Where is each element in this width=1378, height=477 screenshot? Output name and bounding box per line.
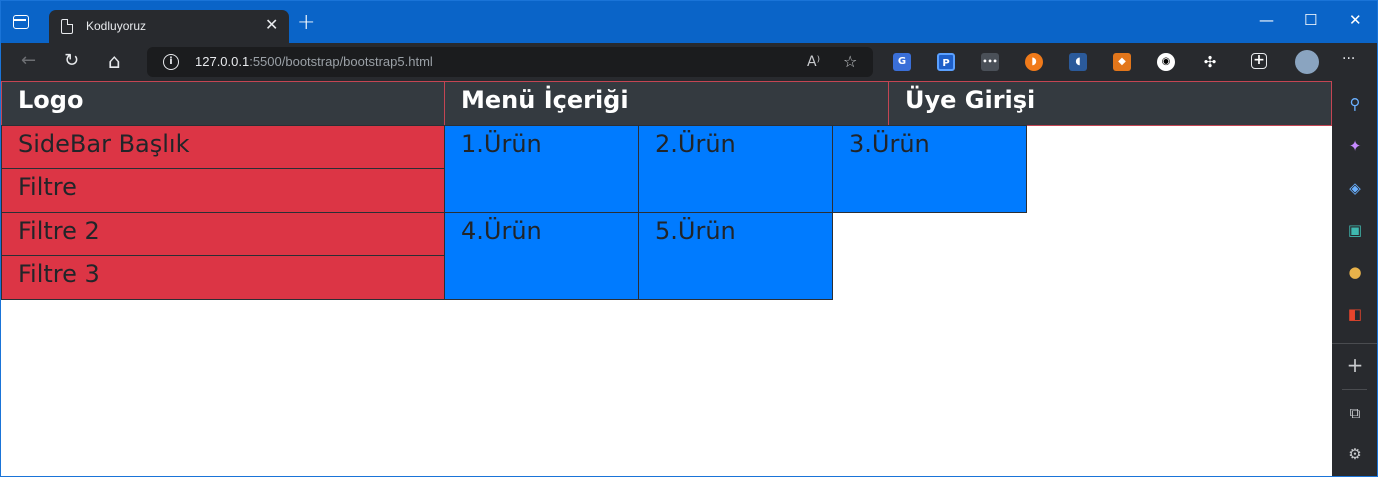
sidebar-item: Filtre 3 bbox=[1, 255, 445, 300]
p-extension-icon[interactable]: P bbox=[937, 53, 955, 71]
product-item: 2.Ürün bbox=[638, 125, 833, 213]
refresh-button[interactable]: ↻ bbox=[64, 51, 79, 71]
url-text[interactable]: 127.0.0.1:5500/bootstrap/bootstrap5.html bbox=[195, 54, 433, 69]
tab-close-icon[interactable]: ✕ bbox=[265, 17, 278, 33]
people-icon[interactable]: ● bbox=[1346, 263, 1364, 281]
collections-icon[interactable]: + bbox=[1251, 53, 1267, 69]
url-path: :5500/bootstrap/bootstrap5.html bbox=[249, 54, 433, 69]
extensions-puzzle-icon[interactable]: ✣ bbox=[1201, 53, 1219, 71]
site-info-icon[interactable]: i bbox=[163, 54, 179, 70]
product-item: 5.Ürün bbox=[638, 212, 833, 300]
address-toolbar: ← ↻ ⌂ i 127.0.0.1:5500/bootstrap/bootstr… bbox=[1, 43, 1377, 81]
page-viewport: Logo Menü İçeriği Üye Girişi SideBar Baş… bbox=[1, 81, 1332, 476]
home-button[interactable]: ⌂ bbox=[108, 51, 121, 71]
settings-more-button[interactable]: ··· bbox=[1342, 49, 1355, 69]
copilot-icon[interactable]: ✦ bbox=[1346, 137, 1364, 155]
close-window-button[interactable]: ✕ bbox=[1349, 13, 1362, 28]
shopping-tag-icon[interactable]: ◈ bbox=[1346, 179, 1364, 197]
new-tab-button[interactable]: + bbox=[297, 12, 315, 34]
url-host: 127.0.0.1 bbox=[195, 54, 250, 69]
tab-actions-icon[interactable] bbox=[13, 15, 29, 29]
sidebar-item: SideBar Başlık bbox=[1, 125, 445, 169]
dots-extension-icon[interactable]: ••• bbox=[981, 53, 999, 71]
address-bar[interactable]: i 127.0.0.1:5500/bootstrap/bootstrap5.ht… bbox=[147, 47, 873, 77]
sidebar-item: Filtre 2 bbox=[1, 212, 445, 256]
product-item: 4.Ürün bbox=[444, 212, 639, 300]
tab-kodluyoruz[interactable]: Kodluyoruz ✕ bbox=[49, 10, 289, 43]
favorite-icon[interactable]: ☆ bbox=[843, 53, 857, 71]
sidebar-separator bbox=[1332, 343, 1377, 344]
search-icon[interactable]: ⚲ bbox=[1346, 95, 1364, 113]
read-aloud-icon[interactable]: A⁾ bbox=[807, 53, 820, 71]
gear-icon[interactable]: ⚙ bbox=[1346, 445, 1364, 463]
back-button[interactable]: ← bbox=[21, 51, 36, 71]
sidebar-separator bbox=[1342, 389, 1367, 390]
translate-extension-icon[interactable]: G bbox=[893, 53, 911, 71]
header-logo: Logo bbox=[1, 81, 445, 126]
edge-sidebar: ⚲ ✦ ◈ ▣ ● ◧ + ⧉ ⚙ bbox=[1332, 81, 1377, 476]
orange-extension-icon[interactable]: ◗ bbox=[1025, 53, 1043, 71]
product-item: 3.Ürün bbox=[832, 125, 1027, 213]
tools-icon[interactable]: ▣ bbox=[1346, 221, 1364, 239]
product-item: 1.Ürün bbox=[444, 125, 639, 213]
fox-extension-icon[interactable]: ◆ bbox=[1113, 53, 1131, 71]
mask-extension-icon[interactable]: ◉ bbox=[1157, 53, 1175, 71]
minimize-button[interactable]: — bbox=[1259, 13, 1274, 28]
header-menu: Menü İçeriği bbox=[444, 81, 889, 126]
add-icon[interactable]: + bbox=[1346, 355, 1364, 375]
hide-sidebar-icon[interactable]: ⧉ bbox=[1346, 404, 1364, 422]
tab-title: Kodluyoruz bbox=[86, 19, 147, 33]
title-bar: Kodluyoruz ✕ + — ☐ ✕ bbox=[1, 1, 1377, 43]
maximize-button[interactable]: ☐ bbox=[1304, 13, 1317, 28]
speaker-extension-icon[interactable]: ◖ bbox=[1069, 53, 1087, 71]
browser-window: Kodluyoruz ✕ + — ☐ ✕ ← ↻ ⌂ i 127.0.0.1:5… bbox=[0, 0, 1378, 477]
sidebar-item: Filtre bbox=[1, 168, 445, 213]
profile-avatar[interactable] bbox=[1295, 50, 1319, 74]
office-icon[interactable]: ◧ bbox=[1346, 305, 1364, 323]
page-icon bbox=[61, 19, 73, 34]
header-login: Üye Girişi bbox=[888, 81, 1332, 126]
